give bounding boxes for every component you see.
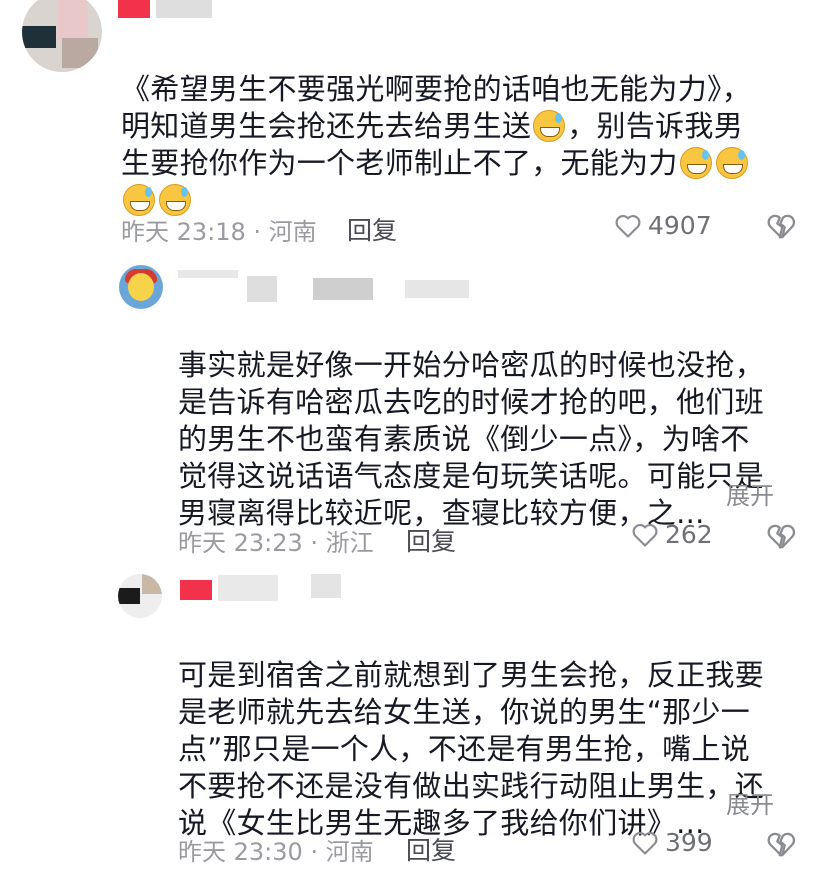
username-redacted	[178, 270, 238, 278]
heart-icon	[615, 214, 641, 238]
dislike-icon[interactable]	[766, 212, 796, 240]
like-button[interactable]: 4907	[614, 211, 712, 240]
comment-text: 《希望男生不要强光啊要抢的话咱也无能为力》， 明知道男生会抢还先去给男生送 ，别告…	[121, 34, 751, 219]
comment-time-location: 昨天 23:30 · 河南	[178, 838, 374, 866]
username-redacted	[405, 280, 469, 298]
username-redacted	[180, 580, 212, 600]
reply-button[interactable]: 回复	[347, 211, 397, 247]
username-redacted	[247, 276, 277, 302]
like-count: 399	[665, 828, 713, 857]
username-redacted	[218, 575, 278, 601]
comment-text: 事实就是好像一开始分哈密瓜的时候也没抢， 是告诉有哈密瓜去吃的时候才抢的吧，他们…	[178, 348, 765, 530]
expand-button[interactable]: 展开	[726, 785, 774, 820]
username-redacted	[118, 0, 150, 18]
like-count: 4907	[648, 211, 712, 240]
expand-button[interactable]: 展开	[726, 476, 774, 511]
like-button[interactable]: 262	[631, 520, 713, 549]
comment-time-location: 昨天 23:23 · 浙江	[178, 529, 374, 557]
reply-button[interactable]: 回复	[406, 522, 456, 558]
username-redacted	[311, 574, 341, 598]
comment-text: 可是到宿舍之前就想到了男生会抢，反正我要 是老师就先去给女生送，你说的男生“那少…	[178, 658, 765, 840]
dislike-icon[interactable]	[766, 830, 796, 858]
heart-icon	[632, 523, 658, 547]
avatar[interactable]	[118, 574, 162, 618]
heart-icon	[632, 831, 658, 855]
avatar[interactable]	[22, 0, 102, 72]
like-button[interactable]: 399	[631, 828, 713, 857]
comment-time-location: 昨天 23:18 · 河南	[121, 218, 317, 246]
grinning-sweat-icon	[533, 110, 566, 142]
dislike-icon[interactable]	[766, 522, 796, 550]
username-redacted	[156, 0, 212, 18]
grinning-sweat-icon	[715, 147, 748, 179]
avatar[interactable]	[119, 265, 163, 309]
reply-button[interactable]: 回复	[406, 831, 456, 867]
like-count: 262	[665, 520, 713, 549]
username-redacted	[313, 278, 373, 300]
grinning-sweat-icon	[679, 147, 712, 179]
